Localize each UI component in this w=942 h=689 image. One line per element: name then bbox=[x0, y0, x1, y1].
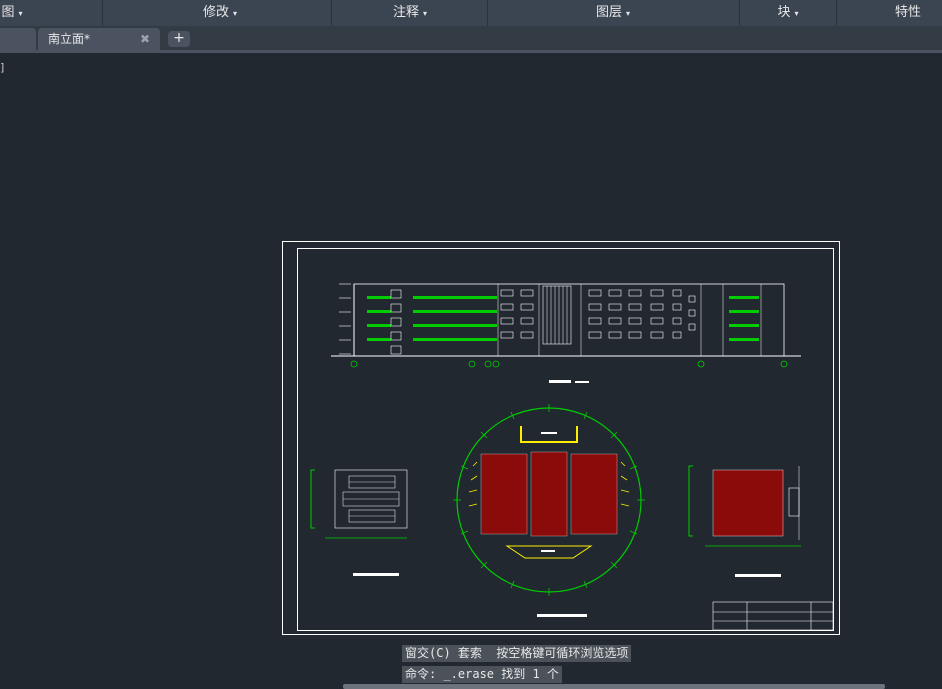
tab-south-elevation[interactable]: 南立面* ✖ bbox=[38, 28, 160, 50]
command-prompt-current: 命令: _.erase 找到 1 个 bbox=[402, 666, 562, 683]
tab-label: 南立面* bbox=[48, 32, 91, 46]
chevron-down-icon: ▾ bbox=[626, 9, 631, 18]
menu-modify[interactable]: 修改 ▾ bbox=[170, 0, 270, 26]
cad-drawing-sheet[interactable] bbox=[281, 240, 841, 636]
menu-layers[interactable]: 图层 ▾ bbox=[563, 0, 663, 26]
auditorium-plan bbox=[453, 404, 645, 617]
classroom-plan-left bbox=[310, 469, 408, 576]
menu-properties-label: 特性 bbox=[895, 5, 922, 20]
menu-view-label: 图 bbox=[1, 5, 15, 20]
viewport-controls[interactable]: ] bbox=[0, 61, 4, 74]
menu-separator bbox=[331, 0, 332, 26]
tab-previous-file[interactable] bbox=[0, 28, 36, 50]
menu-separator bbox=[102, 0, 103, 26]
menu-annotate[interactable]: 注释 ▾ bbox=[360, 0, 460, 26]
chevron-down-icon: ▾ bbox=[423, 9, 428, 18]
close-icon[interactable]: ✖ bbox=[140, 28, 150, 50]
chevron-down-icon: ▾ bbox=[18, 9, 23, 18]
menu-properties[interactable]: 特性 bbox=[895, 0, 942, 26]
menu-modify-label: 修改 bbox=[202, 5, 229, 20]
menu-block[interactable]: 块 ▾ bbox=[740, 0, 836, 26]
menu-annotate-label: 注释 bbox=[392, 5, 419, 20]
menu-block-label: 块 bbox=[777, 5, 791, 20]
new-tab-button[interactable]: + bbox=[168, 31, 190, 47]
menu-separator bbox=[836, 0, 837, 26]
menu-bar: 图 ▾ 修改 ▾ 注释 ▾ 图层 ▾ 块 ▾ 特性 bbox=[0, 0, 942, 27]
menu-layers-label: 图层 bbox=[595, 5, 622, 20]
horizontal-scrollbar[interactable] bbox=[343, 684, 885, 689]
menu-view[interactable]: 图 ▾ bbox=[0, 0, 32, 26]
lecture-hall-plan-right bbox=[688, 465, 801, 577]
title-block bbox=[712, 601, 834, 631]
south-elevation-drawing bbox=[331, 283, 801, 383]
command-prompt-history: 窗交(C) 套索 按空格键可循环浏览选项 bbox=[402, 645, 632, 662]
chevron-down-icon: ▾ bbox=[794, 9, 799, 18]
file-tab-bar: 南立面* ✖ + bbox=[0, 26, 942, 50]
chevron-down-icon: ▾ bbox=[233, 9, 238, 18]
menu-separator bbox=[487, 0, 488, 26]
